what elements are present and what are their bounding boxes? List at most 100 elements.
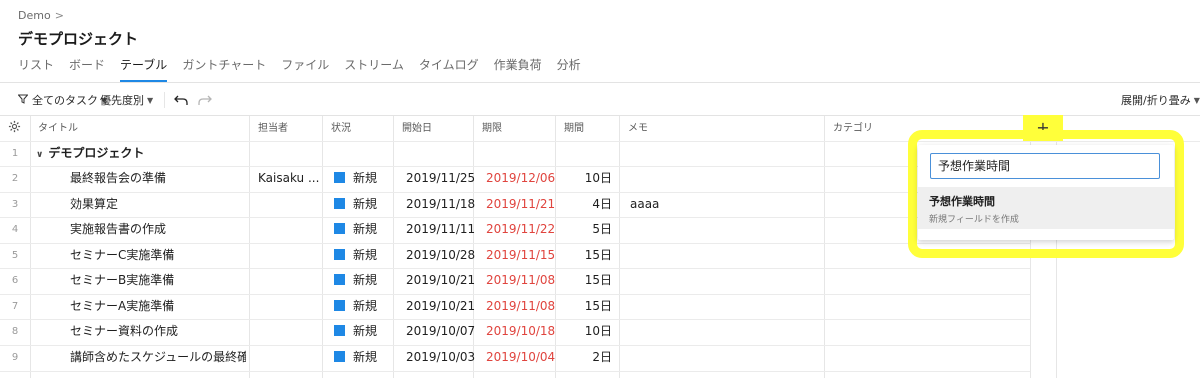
task-assignee[interactable] — [258, 319, 320, 344]
task-status[interactable]: 新規 — [334, 166, 377, 191]
option-title: 予想作業時間 — [929, 195, 995, 208]
task-title[interactable]: セミナーB実施準備 — [70, 268, 246, 293]
tab-board[interactable]: ボード — [69, 58, 105, 82]
tab-timelog[interactable]: タイムログ — [419, 58, 479, 82]
header-start-date[interactable]: 開始日 — [394, 116, 474, 141]
redo-icon — [198, 95, 212, 105]
status-label: 新規 — [353, 248, 378, 262]
task-duration[interactable]: 4日 — [556, 192, 612, 217]
status-label: 新規 — [353, 222, 378, 236]
group-row[interactable]: ∨ デモプロジェクト — [36, 141, 144, 166]
tab-analytics[interactable]: 分析 — [557, 58, 581, 82]
status-color-swatch — [334, 300, 345, 311]
task-status[interactable]: 新規 — [334, 319, 377, 344]
add-field-popup: 予想作業時間 予想作業時間 新規フィールドを作成 — [918, 145, 1174, 240]
tab-gantt[interactable]: ガントチャート — [182, 58, 266, 82]
field-name-input[interactable]: 予想作業時間 — [930, 153, 1160, 179]
task-title[interactable]: セミナー資料の作成 — [70, 319, 246, 344]
status-label: 新規 — [353, 299, 378, 313]
task-status[interactable]: 新規 — [334, 345, 377, 370]
filter-label: 全てのタスク — [32, 94, 98, 107]
header-assignee[interactable]: 担当者 — [250, 116, 323, 141]
chevron-down-icon[interactable]: ∨ — [36, 150, 43, 160]
task-title[interactable]: 講師含めたスケジュールの最終確定 — [70, 345, 246, 370]
task-start-date[interactable]: 2019/11/11 — [406, 217, 475, 242]
task-title[interactable]: 最終報告会の準備 — [70, 166, 246, 191]
task-assignee[interactable] — [258, 217, 320, 242]
status-color-swatch — [334, 223, 345, 234]
chevron-right-icon: > — [54, 9, 64, 22]
task-memo[interactable]: aaaa — [630, 192, 659, 217]
task-due-date[interactable]: 2019/11/21 — [486, 192, 555, 217]
task-assignee[interactable] — [258, 268, 320, 293]
option-subtitle: 新規フィールドを作成 — [929, 215, 1019, 225]
task-assignee[interactable]: Kaisaku ... — [258, 166, 320, 191]
header-status[interactable]: 状況 — [323, 116, 394, 141]
sort-dropdown[interactable]: 優先度別 ▼ — [100, 93, 153, 107]
column-settings-button[interactable] — [0, 116, 30, 141]
expand-collapse-label: 展開/折り畳み — [1121, 94, 1191, 107]
task-start-date[interactable]: 2019/11/25 — [406, 166, 475, 191]
task-status[interactable]: 新規 — [334, 294, 377, 319]
task-assignee[interactable] — [258, 294, 320, 319]
status-label: 新規 — [353, 324, 378, 338]
task-duration[interactable]: 2日 — [556, 345, 612, 370]
task-status[interactable]: 新規 — [334, 268, 377, 293]
task-title[interactable]: 実施報告書の作成 — [70, 217, 246, 242]
task-due-date[interactable]: 2019/10/18 — [486, 319, 555, 344]
task-due-date[interactable]: 2019/12/06 — [486, 166, 555, 191]
task-duration[interactable]: 15日 — [556, 243, 612, 268]
header-memo[interactable]: メモ — [620, 116, 825, 141]
row-number: 5 — [11, 250, 19, 261]
task-start-date[interactable]: 2019/10/21 — [406, 268, 475, 293]
task-due-date[interactable]: 2019/10/04 — [486, 345, 555, 370]
task-due-date[interactable]: 2019/11/08 — [486, 294, 555, 319]
header-duration[interactable]: 期間 — [556, 116, 620, 141]
task-due-date[interactable]: 2019/11/15 — [486, 243, 555, 268]
caret-down-icon: ▼ — [147, 95, 154, 105]
task-start-date[interactable]: 2019/10/03 — [406, 345, 475, 370]
task-status[interactable]: 新規 — [334, 217, 377, 242]
task-due-date[interactable]: 2019/11/22 — [486, 217, 555, 242]
task-title[interactable]: セミナーA実施準備 — [70, 294, 246, 319]
app-page: Demo > デモプロジェクト リスト ボード テーブル ガントチャート ファイル… — [0, 0, 1200, 378]
task-duration[interactable]: 10日 — [556, 319, 612, 344]
task-title[interactable]: 効果算定 — [70, 192, 246, 217]
task-status[interactable]: 新規 — [334, 243, 377, 268]
tab-list[interactable]: リスト — [18, 58, 54, 82]
redo-button[interactable] — [198, 93, 212, 107]
task-status[interactable]: 新規 — [334, 192, 377, 217]
task-start-date[interactable]: 2019/10/07 — [406, 319, 475, 344]
task-due-date[interactable]: 2019/11/08 — [486, 268, 555, 293]
filter-icon — [17, 94, 29, 107]
tab-workload[interactable]: 作業負荷 — [494, 58, 542, 82]
header-due-date[interactable]: 期限 — [474, 116, 556, 141]
task-duration[interactable]: 5日 — [556, 217, 612, 242]
row-number: 9 — [11, 352, 19, 363]
task-duration[interactable]: 15日 — [556, 268, 612, 293]
tab-stream[interactable]: ストリーム — [344, 58, 404, 82]
task-start-date[interactable]: 2019/11/18 — [406, 192, 475, 217]
filter-dropdown[interactable]: 全てのタスク ▼ — [17, 93, 107, 107]
tabs-divider — [0, 82, 1200, 83]
expand-collapse-dropdown[interactable]: 展開/折り畳み ▼ — [1121, 93, 1200, 107]
task-duration[interactable]: 10日 — [556, 166, 612, 191]
task-assignee[interactable] — [258, 345, 320, 370]
gear-icon — [8, 120, 21, 133]
header-title[interactable]: タイトル — [30, 116, 250, 141]
undo-button[interactable] — [174, 93, 188, 107]
tab-table[interactable]: テーブル — [120, 58, 168, 82]
tab-files[interactable]: ファイル — [281, 58, 329, 82]
task-start-date[interactable]: 2019/10/28 — [406, 243, 475, 268]
breadcrumb[interactable]: Demo > — [18, 9, 64, 22]
task-duration[interactable]: 15日 — [556, 294, 612, 319]
task-assignee[interactable] — [258, 192, 320, 217]
task-start-date[interactable]: 2019/10/21 — [406, 294, 475, 319]
create-field-option[interactable]: 予想作業時間 新規フィールドを作成 — [918, 187, 1174, 229]
task-title[interactable]: セミナーC実施準備 — [70, 243, 246, 268]
view-tabs: リスト ボード テーブル ガントチャート ファイル ストリーム タイムログ 作業… — [18, 58, 596, 82]
task-assignee[interactable] — [258, 243, 320, 268]
status-color-swatch — [334, 172, 345, 183]
breadcrumb-demo[interactable]: Demo — [18, 9, 51, 22]
status-label: 新規 — [353, 171, 378, 185]
